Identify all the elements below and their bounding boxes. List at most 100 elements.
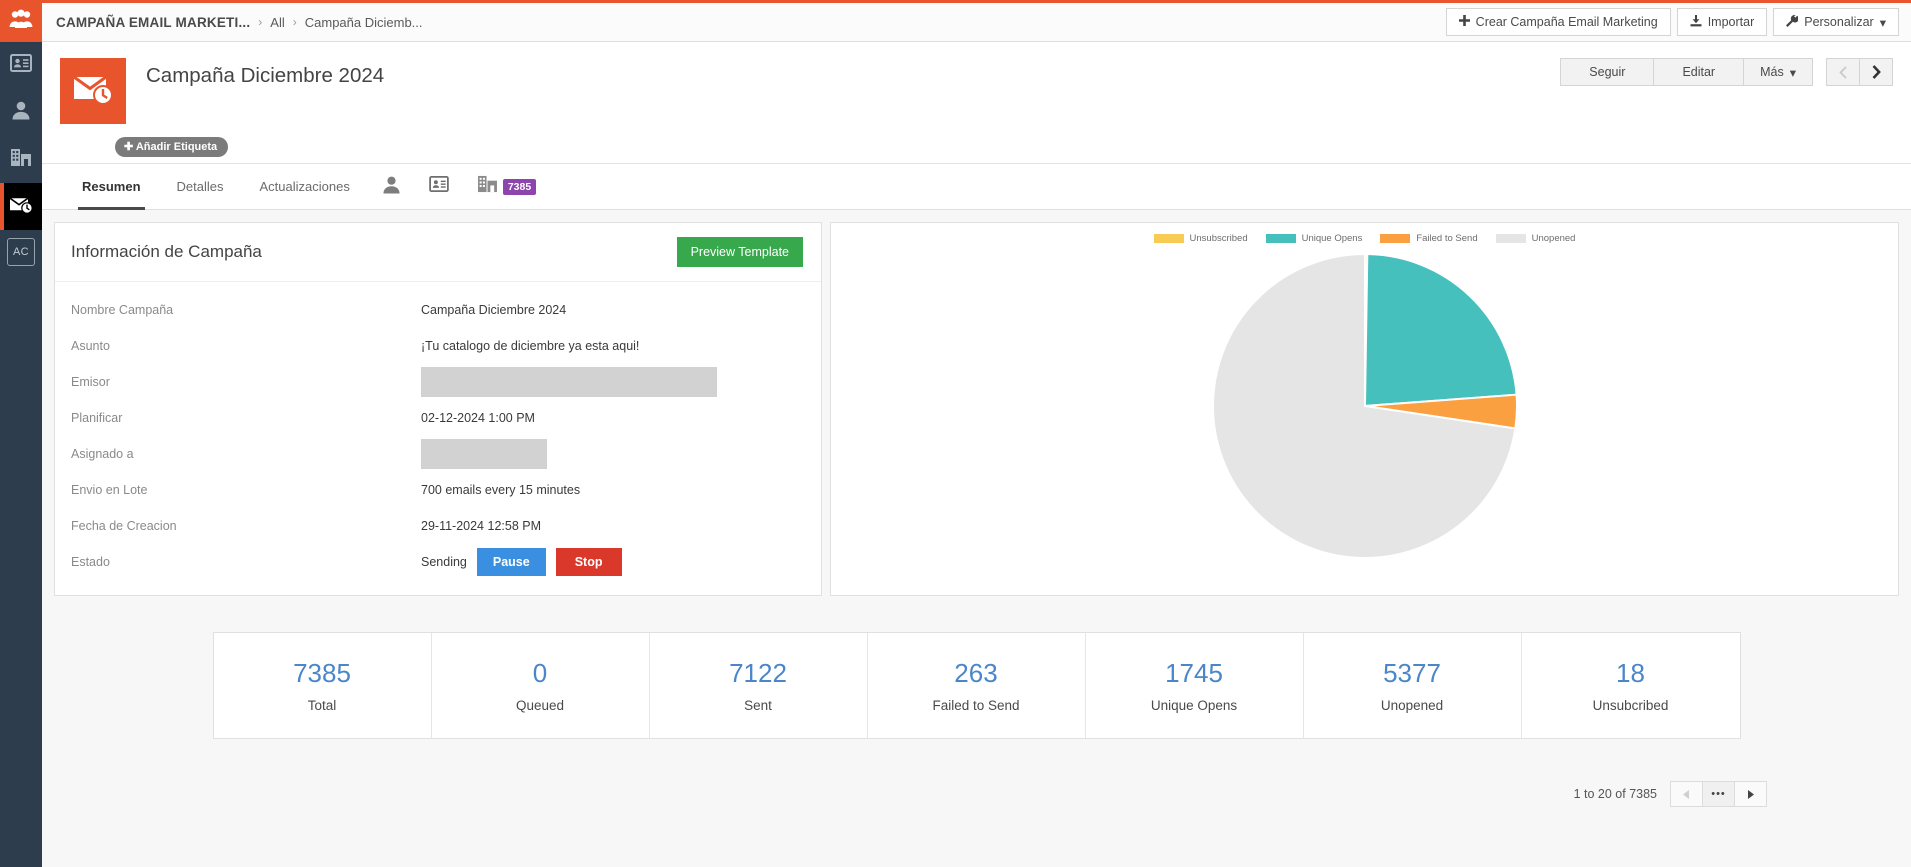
campaign-field-list: Nombre Campaña Campaña Diciembre 2024 As… (55, 282, 821, 580)
stat-label: Total (307, 698, 337, 713)
tab-resumen-label: Resumen (82, 179, 141, 194)
stat-value: 263 (954, 658, 998, 688)
campaign-info-panel: Información de Campaña Preview Template … (54, 222, 822, 596)
legend-item-unsubscribed[interactable]: Unsubscribed (1153, 233, 1248, 244)
preview-template-button[interactable]: Preview Template (676, 237, 803, 267)
field-label: Envio en Lote (71, 483, 148, 497)
pie-chart-svg[interactable] (1200, 250, 1530, 562)
stat-value: 1745 (1165, 658, 1223, 688)
avatar[interactable]: AC (7, 238, 35, 266)
status-badge: Sending (421, 555, 467, 569)
chevron-down-icon: ▾ (1879, 15, 1886, 30)
field-label: Planificar (71, 411, 123, 425)
stat-label: Sent (744, 698, 772, 713)
top-bar: CAMPAÑA EMAIL MARKETI... › All › Campaña… (42, 0, 1911, 42)
sidebar-item-accounts[interactable] (0, 136, 42, 183)
field-value (421, 439, 547, 469)
tab-icon-accounts[interactable]: 7385 (463, 164, 550, 209)
customize-button[interactable]: Personalizar ▾ (1773, 8, 1899, 36)
stop-button[interactable]: Stop (555, 548, 622, 576)
record-icon (60, 58, 126, 124)
pie-slice[interactable] (1363, 253, 1518, 408)
field-value: Campaña Diciembre 2024 (421, 303, 567, 317)
import-button[interactable]: Importar (1676, 8, 1768, 36)
module-title: CAMPAÑA EMAIL MARKETI... (56, 14, 251, 30)
stat-label: Queued (515, 698, 565, 713)
legend-item-failed-to-send[interactable]: Failed to Send (1380, 233, 1478, 244)
follow-button[interactable]: Seguir (1560, 58, 1655, 86)
legend-swatch (1153, 234, 1184, 243)
content-area: Información de Campaña Preview Template … (42, 210, 1911, 867)
app-root: AC CAMPAÑA EMAIL MARKETI... › All › Camp… (0, 0, 1911, 867)
field-planificar: Planificar 02-12-2024 1:00 PM (55, 400, 821, 436)
edit-button[interactable]: Editar (1653, 58, 1745, 86)
field-value: 29-11-2024 12:58 PM (421, 519, 541, 533)
tab-actualizaciones[interactable]: Actualizaciones (242, 164, 368, 209)
field-envio-en-lote: Envio en Lote 700 emails every 15 minute… (55, 472, 821, 508)
app-logo[interactable] (0, 0, 42, 42)
next-record-button[interactable] (1859, 58, 1893, 86)
field-emisor: Emisor (55, 364, 821, 400)
wrench-icon (1786, 14, 1799, 30)
sidebar-item-contacts[interactable] (0, 42, 42, 89)
legend-label: Failed to Send (1416, 233, 1478, 244)
field-nombre-campana: Nombre Campaña Campaña Diciembre 2024 (55, 292, 821, 328)
accounts-count-badge: 7385 (502, 178, 537, 195)
tab-icon-person[interactable] (368, 164, 415, 209)
stat-value: 7122 (729, 658, 787, 688)
contact-card-icon (10, 54, 32, 77)
import-label: Importar (1707, 15, 1755, 29)
campaign-info-title: Información de Campaña (71, 242, 262, 261)
email-clock-icon (72, 72, 114, 111)
tab-actualizaciones-label: Actualizaciones (259, 179, 350, 194)
redacted-value (421, 367, 717, 397)
tab-detalles[interactable]: Detalles (159, 164, 242, 209)
pagination-range: 1 to 20 of 7385 (1573, 787, 1657, 801)
legend-item-unique-opens[interactable]: Unique Opens (1265, 233, 1362, 244)
legend-item-unopened[interactable]: Unopened (1495, 233, 1575, 244)
create-campaign-button[interactable]: Crear Campaña Email Marketing (1445, 8, 1671, 36)
field-asignado-a: Asignado a (55, 436, 821, 472)
tab-resumen[interactable]: Resumen (64, 164, 159, 210)
record-actions: Seguir Editar Más ▾ (1560, 58, 1893, 86)
breadcrumb-separator-2: › (292, 15, 297, 29)
field-label: Fecha de Creacion (71, 519, 177, 533)
pie-chart (831, 244, 1898, 574)
person-icon (382, 175, 401, 199)
field-label: Estado (71, 555, 110, 569)
pagination-next-button[interactable] (1734, 781, 1767, 807)
left-sidebar: AC (0, 0, 42, 867)
tab-bar: Resumen Detalles Actualizaciones 7385 (42, 164, 1911, 210)
breadcrumb-item-all[interactable]: All (270, 15, 284, 30)
legend-label: Unsubscribed (1189, 233, 1248, 244)
create-campaign-label: Crear Campaña Email Marketing (1475, 15, 1658, 29)
legend-swatch (1265, 234, 1296, 243)
sidebar-item-email-campaigns[interactable] (0, 183, 42, 230)
field-value: Sending Pause Stop (421, 548, 622, 576)
chevron-down-icon: ▾ (1789, 65, 1796, 80)
stat-unopened: 5377 Unopened (1304, 633, 1522, 738)
stat-queued: 0 Queued (432, 633, 650, 738)
tab-icon-contacts[interactable] (415, 164, 463, 209)
prev-record-button[interactable] (1826, 58, 1860, 86)
stat-sent: 7122 Sent (650, 633, 868, 738)
stat-label: Unopened (1380, 698, 1444, 713)
pagination-dots-button[interactable]: ••• (1702, 781, 1735, 807)
contact-card-icon (429, 176, 449, 197)
building-icon (477, 175, 498, 198)
add-tag-button[interactable]: ✚ Añadir Etiqueta (115, 137, 229, 157)
pagination-prev-button[interactable] (1670, 781, 1703, 807)
sidebar-item-leads[interactable] (0, 89, 42, 136)
more-button[interactable]: Más ▾ (1743, 58, 1813, 86)
breadcrumb-item-record[interactable]: Campaña Diciemb... (305, 15, 423, 30)
field-estado: Estado Sending Pause Stop (55, 544, 821, 580)
field-label: Nombre Campaña (71, 303, 174, 317)
pause-button[interactable]: Pause (476, 548, 546, 576)
plus-icon (1458, 15, 1470, 29)
stat-value: 5377 (1383, 658, 1441, 688)
tab-detalles-label: Detalles (176, 179, 224, 194)
campaign-info-header: Información de Campaña Preview Template (55, 223, 821, 282)
record-header: Campaña Diciembre 2024 Seguir Editar Más… (42, 42, 1911, 164)
stat-total: 7385 Total (214, 633, 432, 738)
field-value (421, 367, 717, 397)
